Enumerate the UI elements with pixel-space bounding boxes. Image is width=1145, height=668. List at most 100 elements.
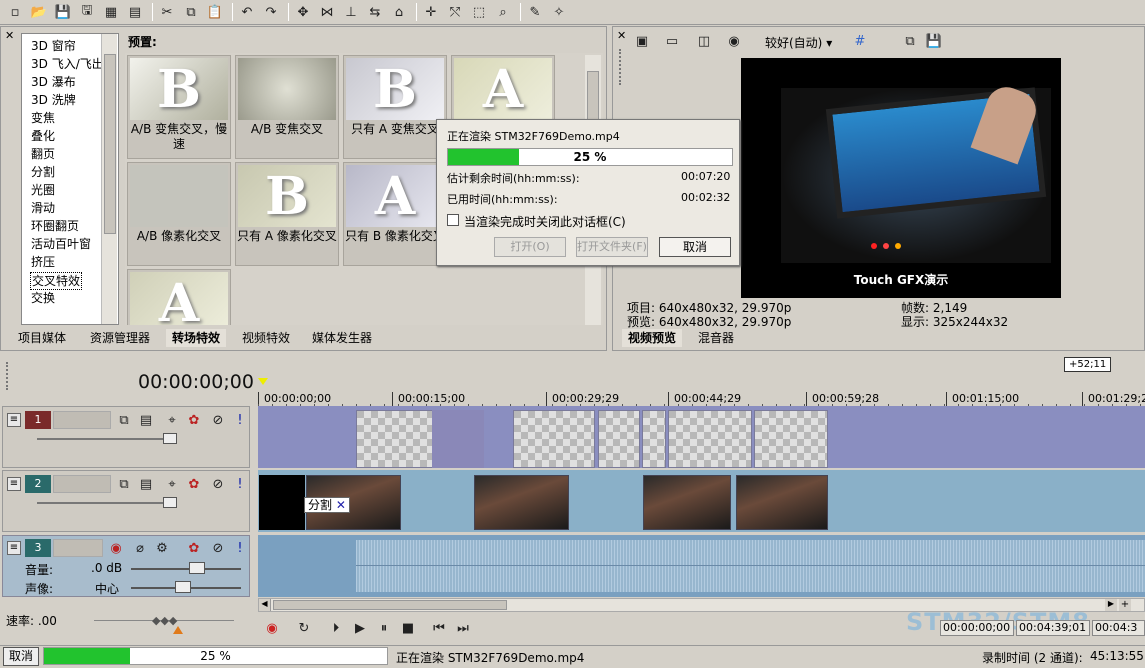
track-collapse-icon[interactable]: ≡ xyxy=(7,413,21,427)
track-collapse-icon[interactable]: ≡ xyxy=(7,541,21,555)
prev-marker-icon[interactable]: ⏮ xyxy=(430,619,448,637)
split-screen-icon[interactable]: ◫ xyxy=(695,32,713,50)
status-cancel-button[interactable]: 取消 xyxy=(3,647,39,666)
cut-icon[interactable]: ✂ xyxy=(158,3,176,21)
zoom-icon[interactable]: ⌕ xyxy=(494,3,512,21)
preset-thumbnail[interactable]: A/B 像素化交叉 xyxy=(127,162,231,266)
autoripple-icon[interactable]: ⇆ xyxy=(366,3,384,21)
preview-properties-icon[interactable]: ▣ xyxy=(633,32,651,50)
close-icon[interactable]: ✕ xyxy=(5,29,14,42)
tab-3[interactable]: 视频特效 xyxy=(236,329,296,347)
tool-icon[interactable]: ✥ xyxy=(294,3,312,21)
external-monitor-icon[interactable]: ▭ xyxy=(663,32,681,50)
track-name-field[interactable] xyxy=(53,411,111,429)
track-name-field[interactable] xyxy=(53,539,103,557)
save-frame-icon[interactable]: 💾 xyxy=(925,32,943,50)
track1-clip[interactable] xyxy=(642,410,666,468)
preset-thumbnail[interactable]: B 只有 A 像素化交叉 xyxy=(235,162,339,266)
track2-clip[interactable] xyxy=(736,475,828,530)
solo-icon[interactable]: ! xyxy=(231,411,249,429)
copy-icon[interactable]: ⧉ xyxy=(182,3,200,21)
category-item[interactable]: 3D 窗帘 xyxy=(30,38,77,54)
selection-start-time[interactable]: 00:00:00;00 xyxy=(940,620,1014,636)
overlay-icon[interactable]: ◉ xyxy=(725,32,743,50)
category-item[interactable]: 活动百叶窗 xyxy=(30,236,92,252)
audio-fx-icon[interactable]: ⚙ xyxy=(153,539,171,557)
track2-clip[interactable] xyxy=(643,475,731,530)
next-marker-icon[interactable]: ⏭ xyxy=(454,619,472,637)
selection-end-time[interactable]: 00:04:39;01 xyxy=(1016,620,1090,636)
play-from-start-icon[interactable]: ⏵ xyxy=(327,619,345,637)
category-item[interactable]: 3D 瀑布 xyxy=(30,74,77,90)
mute-icon[interactable]: ⊘ xyxy=(209,475,227,493)
preset-thumbnail[interactable]: B 只有 A 变焦交叉 xyxy=(343,55,447,159)
preset-thumbnail[interactable]: A 只有 B 像素化交叉 xyxy=(343,162,447,266)
open-folder-button[interactable]: 打开文件夹(F) xyxy=(576,237,648,257)
record-icon[interactable]: ◉ xyxy=(263,619,281,637)
volume-slider-thumb[interactable] xyxy=(189,562,205,574)
new-icon[interactable]: ▫ xyxy=(6,3,24,21)
category-item[interactable]: 变焦 xyxy=(30,110,56,126)
paint-icon[interactable]: ✎ xyxy=(526,3,544,21)
tab-1[interactable]: 资源管理器 xyxy=(84,329,156,347)
preset-thumbnail[interactable]: A xyxy=(127,269,231,325)
category-item[interactable]: 叠化 xyxy=(30,128,56,144)
category-item[interactable]: 交叉特效 xyxy=(30,272,83,290)
track-motion-icon[interactable]: ⌖ xyxy=(163,475,181,493)
preset-thumbnail[interactable]: A/B 变焦交叉 xyxy=(235,55,339,159)
category-item[interactable]: 光圈 xyxy=(30,182,56,198)
properties-icon[interactable]: ▤ xyxy=(126,3,144,21)
open-icon[interactable]: 📂 xyxy=(30,3,48,21)
grid-icon[interactable]: # xyxy=(851,32,869,50)
play-icon[interactable]: ▶ xyxy=(351,619,369,637)
track1-clip[interactable] xyxy=(513,410,595,468)
category-item[interactable]: 挤压 xyxy=(30,254,56,270)
tab-mixer[interactable]: 混音器 xyxy=(692,329,740,347)
category-item[interactable]: 3D 洗牌 xyxy=(30,92,77,108)
solo-icon[interactable]: ! xyxy=(231,539,249,557)
track-header-1[interactable]: ≡ 1 ⧉ ▤ ⌖ ✿ ⊘ ! xyxy=(2,406,250,468)
category-item[interactable]: 翻页 xyxy=(30,146,56,162)
quality-dropdown[interactable]: 较好(自动) ▾ xyxy=(765,34,832,51)
track2-black-clip[interactable] xyxy=(259,475,305,530)
mute-icon[interactable]: ⊘ xyxy=(209,539,227,557)
opacity-slider[interactable] xyxy=(37,438,177,440)
category-item[interactable]: 滑动 xyxy=(30,200,56,216)
category-item[interactable]: 3D 飞入/飞出 xyxy=(30,56,105,72)
fx-icon[interactable]: ✿ xyxy=(185,539,203,557)
preset-thumbnail[interactable]: B A/B 变焦交叉，慢速 xyxy=(127,55,231,159)
volume-slider[interactable] xyxy=(131,568,241,570)
record-arm-icon[interactable]: ◉ xyxy=(107,539,125,557)
cursor-icon[interactable]: ✛ xyxy=(422,3,440,21)
tab-0[interactable]: 项目媒体 xyxy=(12,329,72,347)
tab-video-preview[interactable]: 视频预览 xyxy=(622,329,683,347)
select-icon[interactable]: ⬚ xyxy=(470,3,488,21)
track-name-field[interactable] xyxy=(53,475,111,493)
close-icon[interactable]: ✕ xyxy=(617,29,626,42)
stop-icon[interactable]: ■ xyxy=(399,619,417,637)
opacity-slider-thumb[interactable] xyxy=(163,433,177,444)
render-icon[interactable]: ▦ xyxy=(102,3,120,21)
track-motion-icon[interactable]: ⌖ xyxy=(163,411,181,429)
split-transition-label[interactable]: 分割 ✕ xyxy=(304,497,350,513)
track2-clip[interactable] xyxy=(474,475,569,530)
track1-clip[interactable] xyxy=(754,410,828,468)
opacity-slider[interactable] xyxy=(37,502,177,504)
save-as-icon[interactable]: 🖫 xyxy=(78,3,96,21)
category-item[interactable]: 环圈翻页 xyxy=(30,218,80,234)
timeline-ruler[interactable]: 00:00:00;00 00:00:15;00 00:00:29;29 00:00:4… xyxy=(258,378,1145,408)
close-on-complete-checkbox[interactable] xyxy=(447,214,459,226)
category-scrollbar[interactable] xyxy=(101,34,117,324)
tab-2[interactable]: 转场特效 xyxy=(166,329,227,347)
track1-clip[interactable] xyxy=(668,410,752,468)
save-icon[interactable]: 💾 xyxy=(54,3,72,21)
pan-slider-thumb[interactable] xyxy=(175,581,191,593)
envelope-icon[interactable]: ⋈ xyxy=(318,3,336,21)
selection-length-time[interactable]: 00:04:3 xyxy=(1092,620,1145,636)
compositing-icon[interactable]: ⧉ xyxy=(115,411,133,429)
composite-mode-icon[interactable]: ▤ xyxy=(137,475,155,493)
compositing-icon[interactable]: ⧉ xyxy=(115,475,133,493)
cancel-render-button[interactable]: 取消 xyxy=(659,237,731,257)
track-collapse-icon[interactable]: ≡ xyxy=(7,477,21,491)
invert-phase-icon[interactable]: ⌀ xyxy=(131,539,149,557)
